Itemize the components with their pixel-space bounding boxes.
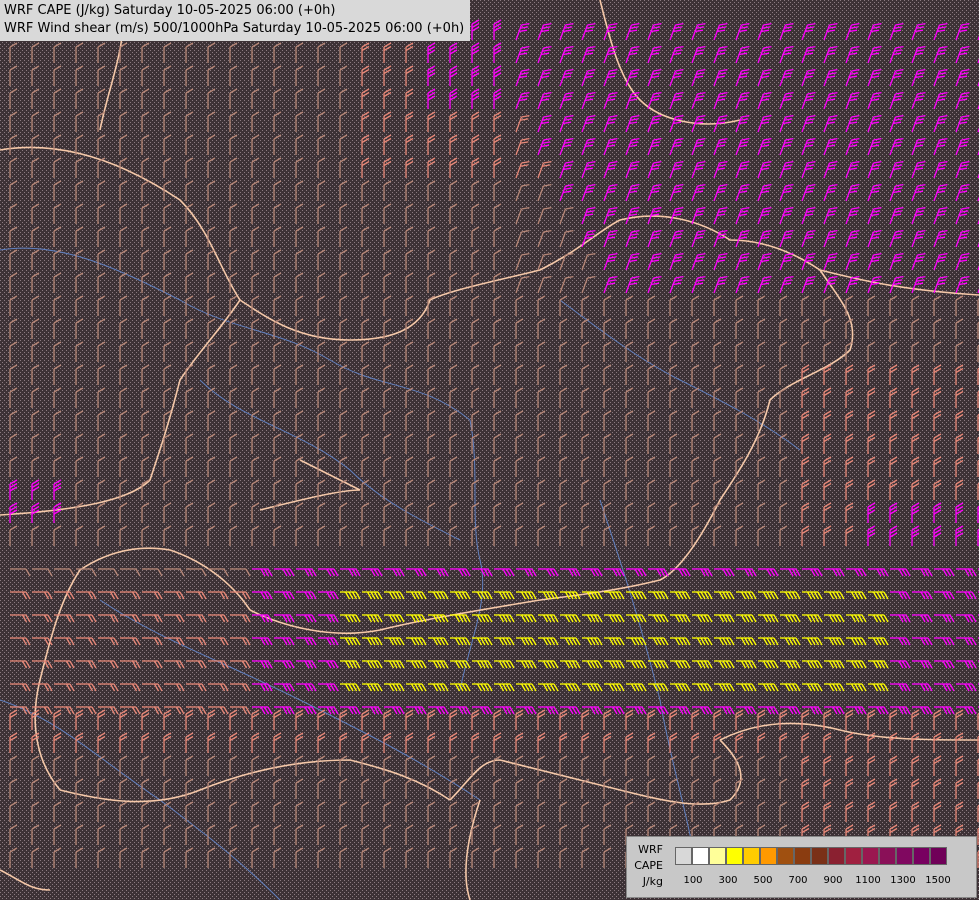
legend-swatch bbox=[828, 847, 845, 865]
legend-swatch bbox=[709, 847, 726, 865]
legend-swatch bbox=[879, 847, 896, 865]
cape-title: WRF CAPE (J/kg) Saturday 10-05-2025 06:0… bbox=[4, 3, 336, 18]
weather-map: WRF CAPE (J/kg) Saturday 10-05-2025 06:0… bbox=[0, 0, 979, 900]
wind-shear-title: WRF Wind shear (m/s) 500/1000hPa Saturda… bbox=[4, 21, 465, 36]
map-title-box: WRF CAPE (J/kg) Saturday 10-05-2025 06:0… bbox=[0, 0, 471, 41]
legend-swatch bbox=[794, 847, 811, 865]
map-canvas bbox=[0, 0, 979, 900]
legend-swatch bbox=[930, 847, 947, 865]
legend-tick-label: 500 bbox=[753, 875, 773, 886]
legend-swatch bbox=[862, 847, 879, 865]
cape-legend: WRF CAPE J/kg 100 300 500 700 900 1100 1300 150… bbox=[626, 836, 977, 898]
legend-tick-label: 1100 bbox=[855, 875, 881, 886]
legend-swatch bbox=[692, 847, 709, 865]
legend-tick-labels: 100 300 500 700 900 1100 1300 1500 bbox=[675, 875, 971, 889]
legend-swatch bbox=[726, 847, 743, 865]
legend-swatch bbox=[777, 847, 794, 865]
legend-tick-label: 100 bbox=[683, 875, 703, 886]
legend-color-scale bbox=[675, 847, 947, 865]
legend-variable-label: CAPE bbox=[634, 859, 663, 872]
legend-model-label: WRF bbox=[638, 843, 663, 856]
legend-tick-label: 700 bbox=[788, 875, 808, 886]
legend-unit-label: J/kg bbox=[642, 875, 663, 888]
legend-swatch bbox=[913, 847, 930, 865]
legend-tick-label: 1500 bbox=[925, 875, 951, 886]
legend-swatch bbox=[675, 847, 692, 865]
map-background bbox=[0, 0, 979, 900]
legend-tick-label: 300 bbox=[718, 875, 738, 886]
legend-swatch bbox=[811, 847, 828, 865]
legend-swatch bbox=[896, 847, 913, 865]
legend-tick-label: 900 bbox=[823, 875, 843, 886]
legend-tick-label: 1300 bbox=[890, 875, 916, 886]
legend-swatch bbox=[743, 847, 760, 865]
legend-swatch bbox=[845, 847, 862, 865]
legend-swatch bbox=[760, 847, 777, 865]
